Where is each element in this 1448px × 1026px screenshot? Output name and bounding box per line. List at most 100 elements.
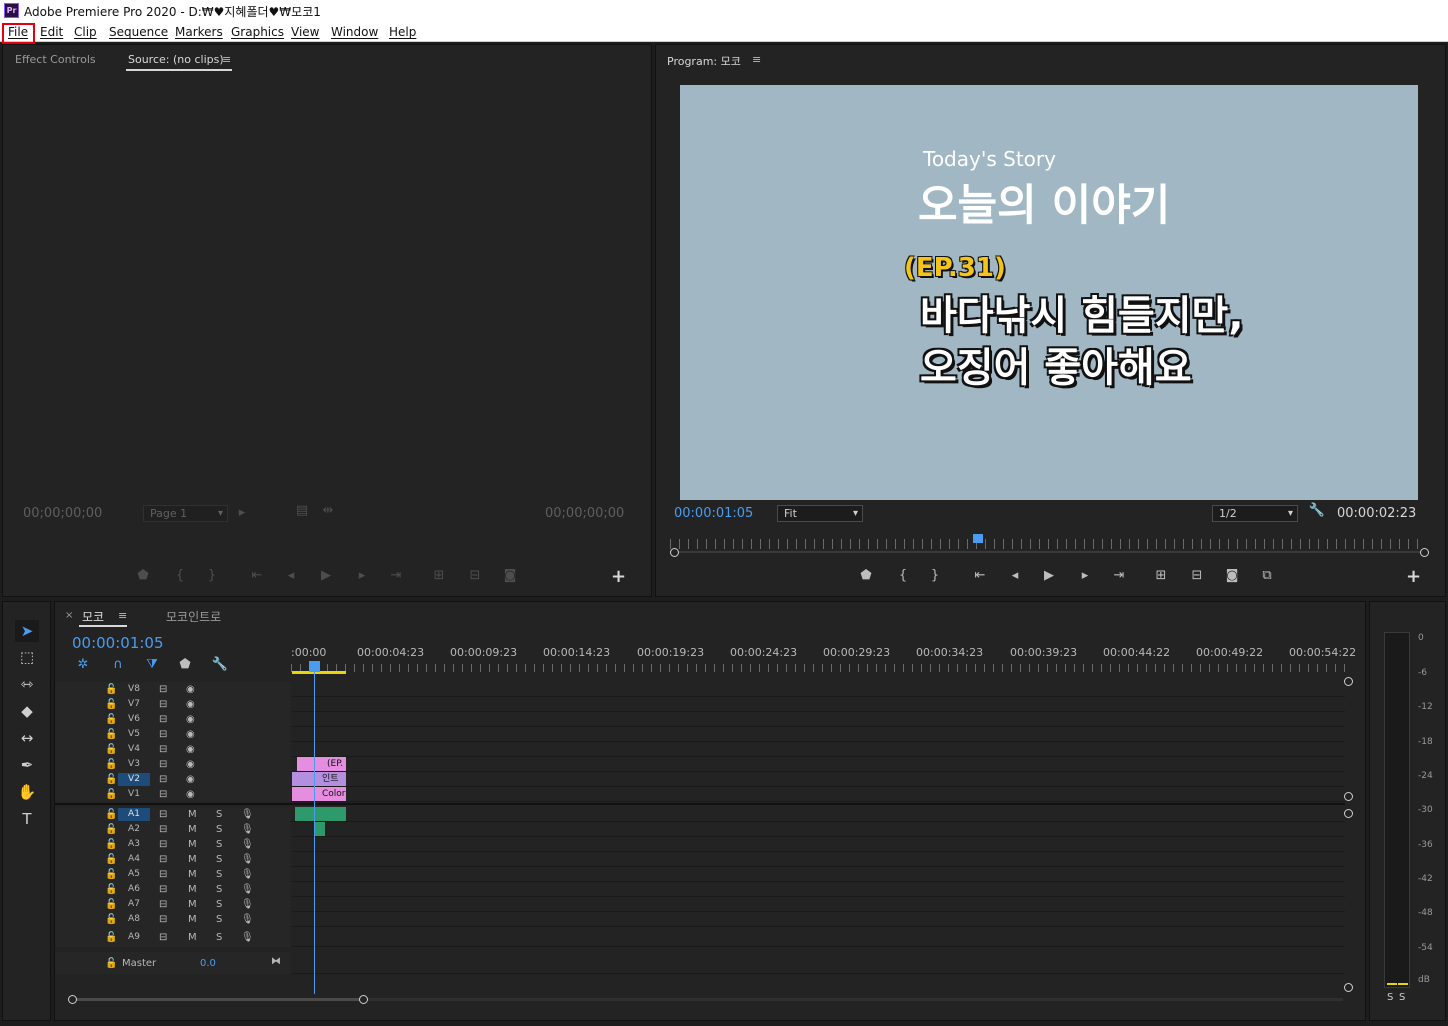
timeline-playhead-timecode[interactable]: 00:00:01:05 <box>72 634 164 652</box>
zoom-level-select[interactable]: Fit ▾ <box>777 505 863 522</box>
program-zoom-scrollbar[interactable] <box>670 551 1426 553</box>
sync-lock-icon[interactable]: ⊟ <box>159 682 167 697</box>
extract-icon[interactable]: ⊟ <box>1186 568 1208 583</box>
zoom-scrollbar-left-handle[interactable] <box>670 548 679 557</box>
track-label[interactable]: A8 <box>118 913 150 926</box>
master-track[interactable]: 🔓 Master 0.0 ⧓ <box>55 952 1345 974</box>
lock-icon[interactable]: 🔓 <box>105 930 117 945</box>
track-label[interactable]: A4 <box>118 853 150 866</box>
sync-lock-icon[interactable]: ⊟ <box>159 897 167 912</box>
button-editor-plus-icon[interactable]: + <box>611 566 626 587</box>
sync-lock-icon[interactable]: ⊟ <box>159 807 167 822</box>
sync-lock-icon[interactable]: ⊟ <box>159 757 167 772</box>
mute-button[interactable]: M <box>188 897 197 912</box>
go-to-in-icon[interactable]: ⇤ <box>969 568 991 583</box>
track-label[interactable]: V8 <box>118 683 150 696</box>
audio-track-a6[interactable]: 🔓 A6 ⊟ M S 🎙 <box>55 882 1345 897</box>
step-forward-icon[interactable]: ▸ <box>1074 568 1096 583</box>
track-label[interactable]: V3 <box>118 758 150 771</box>
solo-button[interactable]: S <box>216 897 222 912</box>
video-track-v5[interactable]: 🔓 V5 ⊟ ◉ <box>55 727 1345 742</box>
timeline-scroll-left-handle[interactable] <box>68 995 77 1004</box>
lock-icon[interactable]: 🔓 <box>105 822 117 837</box>
menu-clip[interactable]: Clip <box>74 25 97 39</box>
video-track-v3[interactable]: 🔓 V3 ⊟ ◉ (EP. <box>55 757 1345 772</box>
menu-markers[interactable]: Markers <box>175 25 223 39</box>
lock-icon[interactable]: 🔓 <box>105 772 117 787</box>
solo-right-button[interactable]: S <box>1399 992 1405 1003</box>
page-select[interactable]: Page 1 ▾ <box>143 505 228 522</box>
track-label[interactable]: A9 <box>118 931 150 944</box>
track-label[interactable]: A6 <box>118 883 150 896</box>
video-track-v4[interactable]: 🔓 V4 ⊟ ◉ <box>55 742 1345 757</box>
mark-in-icon[interactable]: { <box>892 568 914 583</box>
ripple-edit-tool-icon[interactable]: ⇿ <box>15 673 39 695</box>
lock-icon[interactable]: 🔓 <box>105 742 117 757</box>
lock-icon[interactable]: 🔓 <box>105 852 117 867</box>
razor-tool-icon[interactable]: ◆ <box>15 700 39 722</box>
solo-button[interactable]: S <box>216 930 222 945</box>
clip-v3-ep[interactable]: (EP. <box>297 757 346 771</box>
mute-button[interactable]: M <box>188 882 197 897</box>
video-audio-divider[interactable] <box>55 803 1345 805</box>
audio-track-a8[interactable]: 🔓 A8 ⊟ M S 🎙 <box>55 912 1345 927</box>
video-scroll-handle-top[interactable] <box>1344 677 1353 686</box>
selection-tool-icon[interactable]: ➤ <box>15 620 39 642</box>
track-label[interactable]: V1 <box>118 788 150 801</box>
microphone-icon[interactable]: 🎙 <box>241 852 254 867</box>
microphone-icon[interactable]: 🎙 <box>241 912 254 927</box>
wrench-icon[interactable]: 🔧 <box>1306 503 1328 518</box>
linked-selection-icon[interactable]: ⧩ <box>141 657 163 672</box>
audio-track-a2[interactable]: 🔓 A2 ⊟ M S 🎙 <box>55 822 1345 837</box>
eye-icon[interactable]: ◉ <box>186 727 195 742</box>
mute-button[interactable]: M <box>188 807 197 822</box>
pen-tool-icon[interactable]: ✒ <box>15 754 39 776</box>
video-track-v7[interactable]: 🔓 V7 ⊟ ◉ <box>55 697 1345 712</box>
sync-lock-icon[interactable]: ⊟ <box>159 882 167 897</box>
microphone-icon[interactable]: 🎙 <box>241 807 254 822</box>
lock-icon[interactable]: 🔓 <box>105 682 117 697</box>
timeline-scrollbar-thumb[interactable] <box>73 998 365 1001</box>
video-track-v1[interactable]: 🔓 V1 ⊟ ◉ Color <box>55 787 1345 802</box>
mute-button[interactable]: M <box>188 867 197 882</box>
sync-lock-icon[interactable]: ⊟ <box>159 772 167 787</box>
tab-sequence-moko-intro[interactable]: 모코인트로 <box>166 608 221 625</box>
lock-icon[interactable]: 🔓 <box>105 727 117 742</box>
tab-source[interactable]: Source: (no clips) <box>128 53 224 66</box>
lock-icon[interactable]: 🔓 <box>105 837 117 852</box>
play-icon[interactable]: ▶ <box>1038 568 1060 583</box>
track-label-targeted[interactable]: V2 <box>118 773 150 786</box>
tab-sequence-moko[interactable]: 모코 <box>82 608 104 625</box>
sync-lock-icon[interactable]: ⊟ <box>159 837 167 852</box>
close-tab-icon[interactable]: × <box>65 610 73 621</box>
eye-icon[interactable]: ◉ <box>186 712 195 727</box>
nest-toggle-icon[interactable]: ✲ <box>72 657 94 672</box>
snap-magnet-icon[interactable]: ∩ <box>107 657 129 672</box>
clip-v2-intro[interactable]: 인트 <box>292 772 346 786</box>
slip-tool-icon[interactable]: ↔ <box>15 727 39 749</box>
timeline-playhead-handle[interactable] <box>309 661 320 672</box>
mark-out-icon[interactable]: } <box>924 568 946 583</box>
solo-left-button[interactable]: S <box>1387 992 1393 1003</box>
track-label-targeted[interactable]: A1 <box>118 808 150 821</box>
sync-lock-icon[interactable]: ⊟ <box>159 930 167 945</box>
solo-button[interactable]: S <box>216 912 222 927</box>
sync-lock-icon[interactable]: ⊟ <box>159 852 167 867</box>
lock-icon[interactable]: 🔓 <box>105 956 117 971</box>
clip-a2-audio[interactable] <box>315 822 325 836</box>
type-tool-icon[interactable]: T <box>15 808 39 830</box>
menu-view[interactable]: View <box>291 25 319 39</box>
menu-edit[interactable]: Edit <box>40 25 63 39</box>
eye-icon[interactable]: ◉ <box>186 697 195 712</box>
solo-button[interactable]: S <box>216 807 222 822</box>
add-marker-icon[interactable]: ⬟ <box>855 568 877 583</box>
program-playhead-marker[interactable] <box>973 534 983 543</box>
mute-button[interactable]: M <box>188 822 197 837</box>
track-label[interactable]: A3 <box>118 838 150 851</box>
microphone-icon[interactable]: 🎙 <box>241 822 254 837</box>
microphone-icon[interactable]: 🎙 <box>241 867 254 882</box>
lock-icon[interactable]: 🔓 <box>105 787 117 802</box>
source-playhead-timecode[interactable]: 00;00;00;00 <box>23 506 102 521</box>
program-time-ruler[interactable] <box>670 539 1426 549</box>
timeline-scroll-right-handle[interactable] <box>359 995 368 1004</box>
